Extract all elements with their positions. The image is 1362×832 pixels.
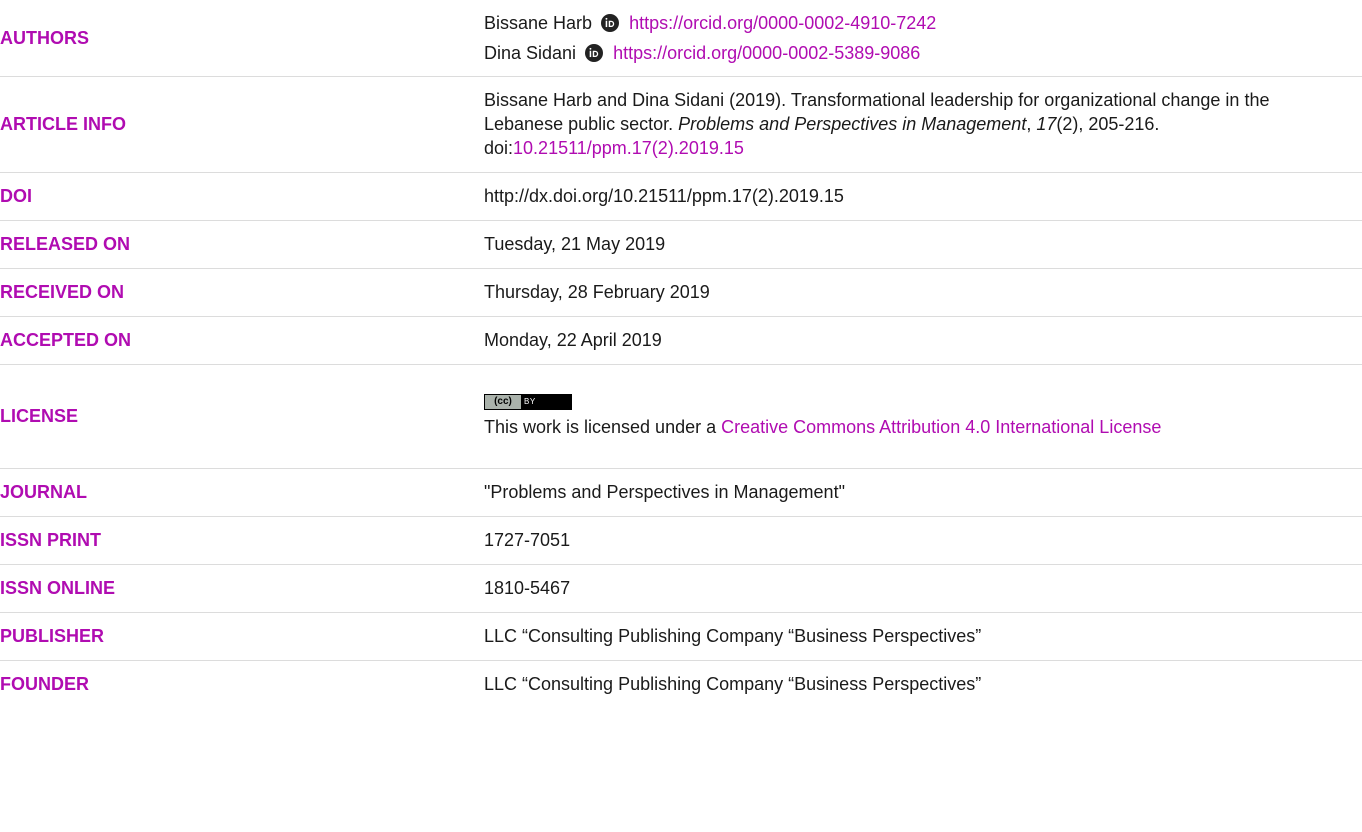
- cc-by-badge-icon[interactable]: (cc) BY: [484, 393, 572, 410]
- doi-label: DOI: [0, 185, 33, 206]
- founder-row: FOUNDER LLC “Consulting Publishing Compa…: [0, 660, 1362, 708]
- orcid-icon[interactable]: [601, 14, 620, 32]
- released-row: RELEASED ON Tuesday, 21 May 2019: [0, 220, 1362, 269]
- issn-online-label: ISSN ONLINE: [0, 577, 116, 598]
- founder-value: LLC “Consulting Publishing Company “Busi…: [484, 674, 982, 694]
- author-orcid-link[interactable]: https://orcid.org/0000-0002-4910-7242: [629, 13, 936, 33]
- citation-journal: Problems and Perspectives in Management: [678, 114, 1027, 134]
- citation-volume: 17: [1036, 114, 1057, 134]
- doi-row: DOI http://dx.doi.org/10.21511/ppm.17(2)…: [0, 172, 1362, 221]
- cc-badge-left: (cc): [485, 394, 521, 409]
- article-info-row: ARTICLE INFO Bissane Harb and Dina Sidan…: [0, 76, 1362, 173]
- publisher-value: LLC “Consulting Publishing Company “Busi…: [484, 626, 982, 646]
- article-info-sheet: AUTHORS Bissane Harb https://orcid.org/0…: [0, 0, 1362, 832]
- authors-label: AUTHORS: [0, 27, 89, 48]
- author-item: Dina Sidani https://orcid.org/0000-0002-…: [484, 38, 1362, 68]
- doi-value: http://dx.doi.org/10.21511/ppm.17(2).201…: [484, 186, 844, 206]
- author-item: Bissane Harb https://orcid.org/0000-0002…: [484, 8, 1362, 38]
- authors-row: AUTHORS Bissane Harb https://orcid.org/0…: [0, 0, 1362, 77]
- license-value: (cc) BY This work is licensed under a Cr…: [484, 364, 1348, 468]
- issn-online-row: ISSN ONLINE 1810-5467: [0, 564, 1362, 613]
- issn-print-row: ISSN PRINT 1727-7051: [0, 516, 1362, 565]
- accepted-value: Monday, 22 April 2019: [484, 330, 662, 350]
- author-orcid-link[interactable]: https://orcid.org/0000-0002-5389-9086: [613, 43, 920, 63]
- license-row: LICENSE (cc) BY This work is licensed un…: [0, 364, 1362, 469]
- founder-label: FOUNDER: [0, 673, 89, 694]
- released-label: RELEASED ON: [0, 233, 131, 254]
- accepted-label: ACCEPTED ON: [0, 329, 132, 350]
- author-name: Dina Sidani: [484, 43, 577, 63]
- license-link[interactable]: Creative Commons Attribution 4.0 Interna…: [721, 417, 1161, 437]
- received-label: RECEIVED ON: [0, 281, 125, 302]
- released-value: Tuesday, 21 May 2019: [484, 234, 666, 254]
- license-text: This work is licensed under a Creative C…: [484, 415, 1348, 439]
- citation-doi-link[interactable]: 10.21511/ppm.17(2).2019.15: [513, 138, 744, 158]
- orcid-icon[interactable]: [585, 44, 604, 62]
- article-info-value: Bissane Harb and Dina Sidani (2019). Tra…: [484, 76, 1348, 172]
- accepted-row: ACCEPTED ON Monday, 22 April 2019: [0, 316, 1362, 365]
- cc-badge-right: BY: [521, 394, 571, 409]
- issn-print-label: ISSN PRINT: [0, 529, 102, 550]
- license-text-prefix: This work is licensed under a: [484, 416, 722, 437]
- article-info-label: ARTICLE INFO: [0, 113, 126, 134]
- publisher-label: PUBLISHER: [0, 625, 105, 646]
- journal-row: JOURNAL "Problems and Perspectives in Ma…: [0, 468, 1362, 517]
- received-row: RECEIVED ON Thursday, 28 February 2019: [0, 268, 1362, 317]
- issn-online-value: 1810-5467: [484, 578, 571, 598]
- citation-text: Bissane Harb and Dina Sidani (2019). Tra…: [484, 88, 1348, 160]
- issn-print-value: 1727-7051: [484, 530, 571, 550]
- license-label: LICENSE: [0, 405, 79, 426]
- author-name: Bissane Harb: [484, 13, 593, 33]
- journal-label: JOURNAL: [0, 481, 88, 502]
- journal-value: "Problems and Perspectives in Management…: [484, 482, 845, 502]
- publisher-row: PUBLISHER LLC “Consulting Publishing Com…: [0, 612, 1362, 661]
- citation-separator: ,: [1026, 114, 1037, 134]
- received-value: Thursday, 28 February 2019: [484, 282, 710, 302]
- authors-value: Bissane Harb https://orcid.org/0000-0002…: [484, 0, 1362, 76]
